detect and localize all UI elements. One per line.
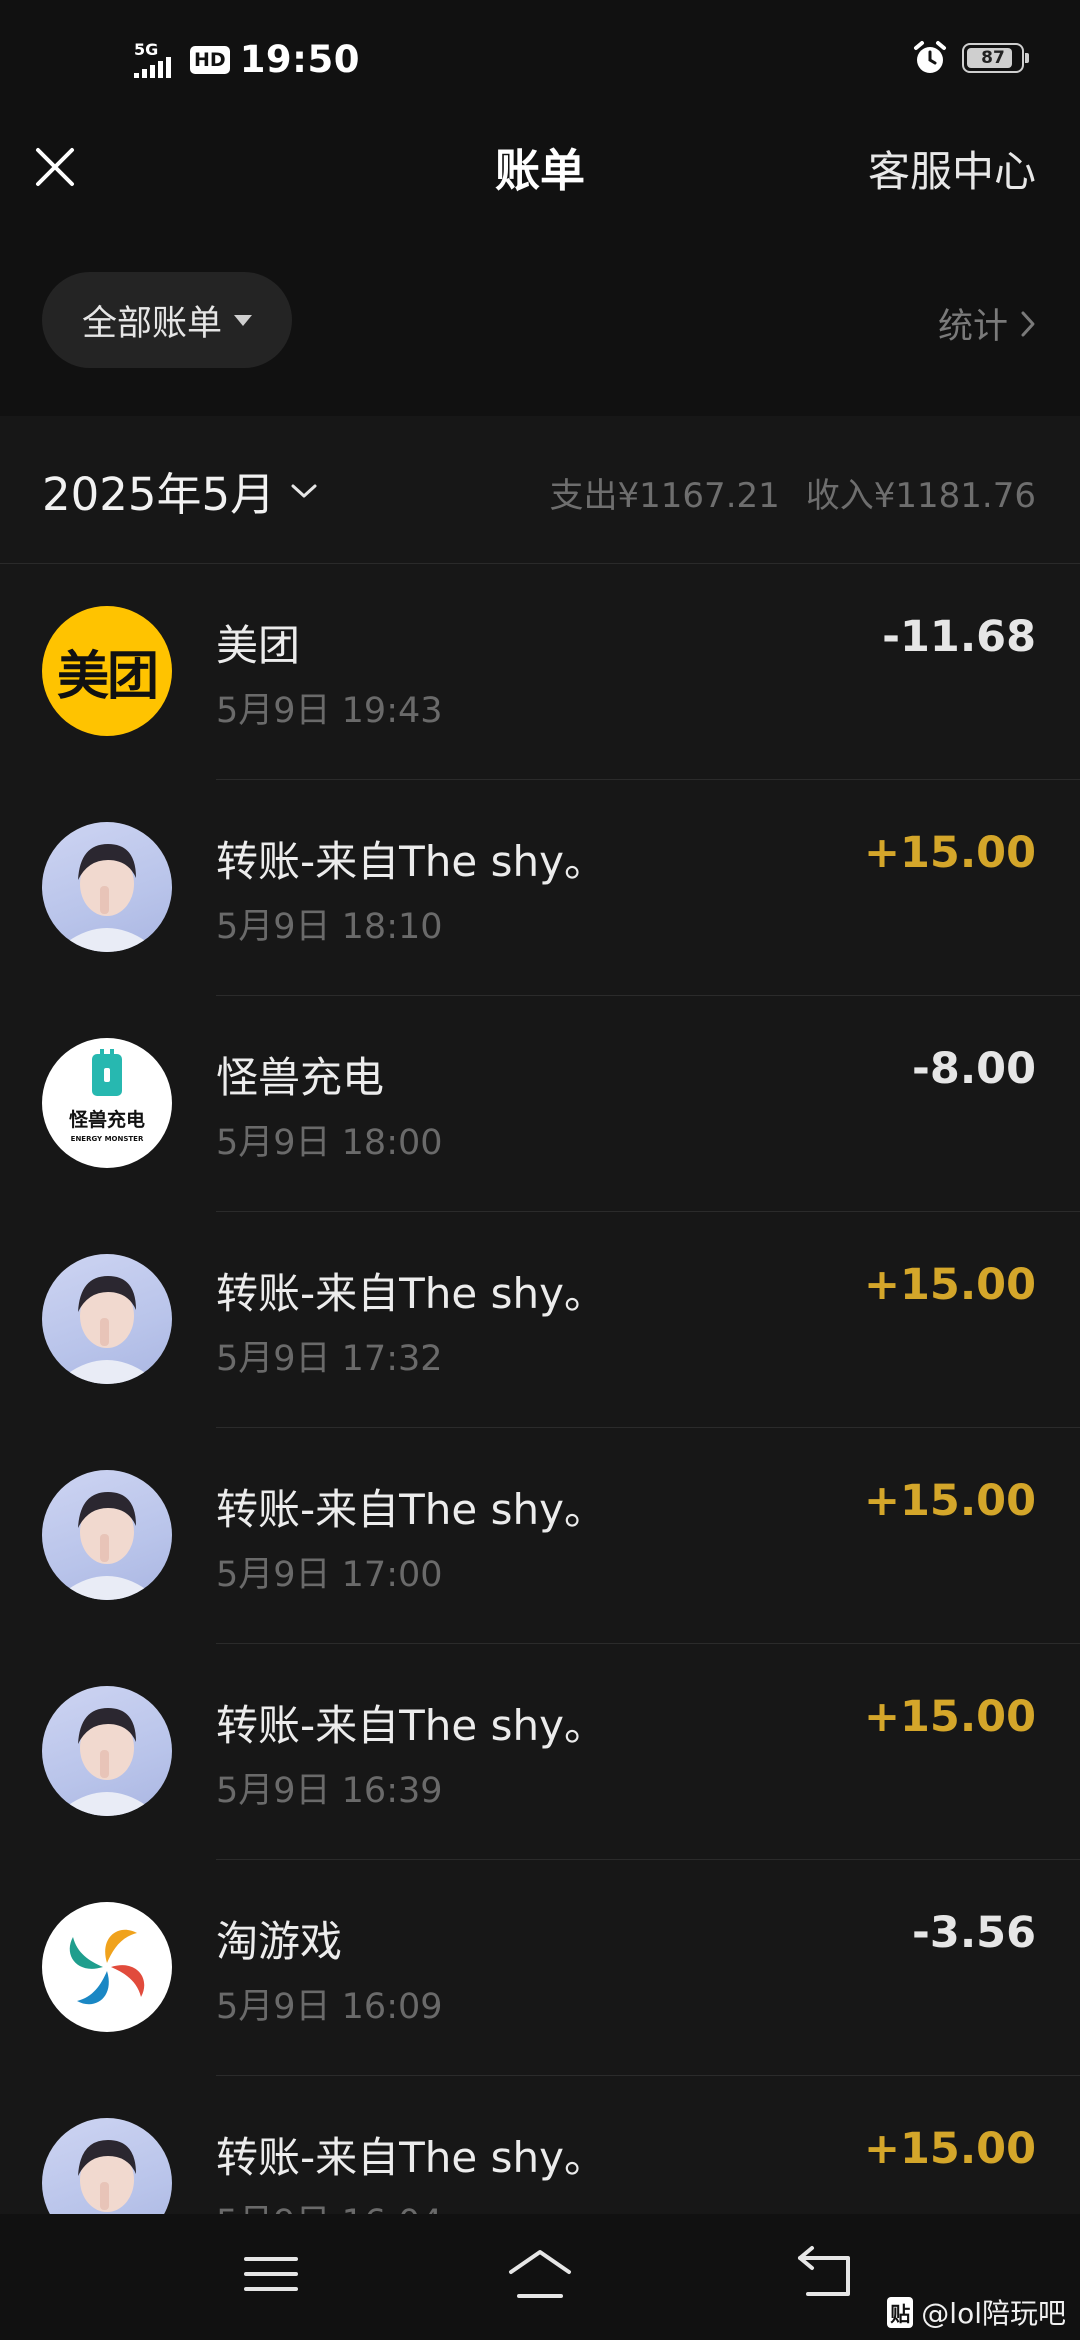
- transaction-amount: -8.00: [912, 1044, 1036, 1094]
- transaction-amount: -11.68: [882, 612, 1036, 662]
- user-avatar: [42, 1686, 172, 1816]
- filter-row: 全部账单 统计: [0, 230, 1080, 410]
- statistics-link[interactable]: 统计: [938, 298, 1036, 349]
- transaction-item[interactable]: 怪兽充电 ENERGY MONSTER 怪兽充电 5月9日 18:00 -8.0…: [0, 996, 1080, 1212]
- transaction-amount: +15.00: [863, 1692, 1036, 1742]
- transaction-time: 5月9日 18:00: [216, 1123, 443, 1163]
- transaction-time: 5月9日 16:09: [216, 1987, 443, 2027]
- caret-down-icon: [234, 314, 252, 326]
- transaction-item[interactable]: 转账-来自The shy。 5月9日 16:39 +15.00: [0, 1644, 1080, 1860]
- tao-game-logo: [42, 1902, 172, 2032]
- user-avatar: [42, 1470, 172, 1600]
- energy-monster-logo: 怪兽充电 ENERGY MONSTER: [42, 1038, 172, 1168]
- energy-monster-logo-subtext: ENERGY MONSTER: [71, 1135, 144, 1143]
- transaction-amount: -3.56: [912, 1908, 1036, 1958]
- home-icon[interactable]: [505, 2244, 575, 2304]
- user-avatar: [42, 2118, 172, 2214]
- transaction-item[interactable]: 转账-来自The shy。 5月9日 17:00 +15.00: [0, 1428, 1080, 1644]
- signal-icon: 5G: [134, 41, 180, 79]
- transaction-name: 怪兽充电: [216, 1053, 385, 1102]
- transaction-list[interactable]: 美团 美团 5月9日 19:43 -11.68 转账-来自The shy。 5月…: [0, 564, 1080, 2214]
- hd-badge: HD: [190, 45, 230, 74]
- tieba-badge: 贴: [887, 2296, 914, 2328]
- bill-filter-dropdown[interactable]: 全部账单: [42, 272, 292, 368]
- statistics-label: 统计: [937, 307, 1008, 347]
- month-selector[interactable]: 2025年5月: [42, 458, 319, 523]
- status-left: 5G HD 19:50: [134, 38, 360, 81]
- transaction-item[interactable]: 转账-来自The shy。 5月9日 16:04 +15.00: [0, 2076, 1080, 2214]
- bill-filter-label: 全部账单: [81, 303, 222, 344]
- status-bar: 5G HD 19:50 87: [0, 0, 1080, 120]
- transaction-time: 5月9日 18:10: [216, 907, 443, 947]
- transaction-name: 淘游戏: [216, 1917, 343, 1966]
- month-bar: 2025年5月 支出¥1167.21 收入¥1181.76: [0, 416, 1080, 564]
- transaction-amount: +15.00: [863, 828, 1036, 878]
- income-total: 收入¥1181.76: [805, 476, 1036, 516]
- status-right: 87: [912, 40, 1029, 76]
- transaction-amount: +15.00: [863, 2124, 1036, 2174]
- chevron-down-icon: [291, 484, 317, 497]
- transaction-item[interactable]: 美团 美团 5月9日 19:43 -11.68: [0, 564, 1080, 780]
- month-totals: 支出¥1167.21 收入¥1181.76: [550, 468, 1036, 517]
- meituan-logo: 美团: [42, 606, 172, 736]
- meituan-logo-text: 美团: [56, 646, 159, 707]
- transaction-name: 美团: [216, 621, 301, 670]
- transaction-time: 5月9日 16:04: [216, 2194, 443, 2214]
- user-avatar: [42, 1254, 172, 1384]
- transaction-time: 5月9日 17:00: [216, 1555, 443, 1595]
- transaction-time: 5月9日 16:39: [216, 1771, 443, 1811]
- menu-icon[interactable]: [236, 2244, 306, 2304]
- transaction-item[interactable]: 淘游戏 5月9日 16:09 -3.56: [0, 1860, 1080, 2076]
- battery-icon: 87: [962, 43, 1029, 73]
- transaction-name: 转账-来自The shy。: [216, 1701, 606, 1750]
- transaction-name: 转账-来自The shy。: [216, 1485, 606, 1534]
- transaction-name: 转账-来自The shy。: [216, 2133, 606, 2182]
- network-label: 5G: [134, 39, 159, 59]
- transaction-name: 转账-来自The shy。: [216, 1269, 606, 1318]
- alarm-icon: [914, 41, 946, 73]
- chevron-right-icon: [1021, 311, 1035, 336]
- back-icon[interactable]: [790, 2244, 860, 2304]
- customer-service-link[interactable]: 客服中心: [868, 138, 1036, 199]
- energy-monster-logo-text: 怪兽充电: [69, 1108, 145, 1131]
- status-time: 19:50: [239, 38, 360, 81]
- user-avatar: [42, 822, 172, 952]
- transaction-item[interactable]: 转账-来自The shy。 5月9日 18:10 +15.00: [0, 780, 1080, 996]
- transaction-amount: +15.00: [863, 1476, 1036, 1526]
- watermark-text: @lol陪玩吧: [921, 2297, 1066, 2330]
- transaction-time: 5月9日 17:32: [216, 1339, 443, 1379]
- transaction-time: 5月9日 19:43: [216, 691, 443, 731]
- transaction-name: 转账-来自The shy。: [216, 837, 606, 886]
- month-label: 2025年5月: [42, 468, 276, 521]
- system-nav-bar: 贴 @lol陪玩吧: [0, 2214, 1080, 2340]
- transaction-item[interactable]: 转账-来自The shy。 5月9日 17:32 +15.00: [0, 1212, 1080, 1428]
- watermark: 贴 @lol陪玩吧: [887, 2292, 1066, 2332]
- battery-level: 87: [981, 48, 1005, 68]
- expense-total: 支出¥1167.21: [549, 476, 780, 516]
- header: 账单 客服中心: [0, 120, 1080, 230]
- transaction-amount: +15.00: [863, 1260, 1036, 1310]
